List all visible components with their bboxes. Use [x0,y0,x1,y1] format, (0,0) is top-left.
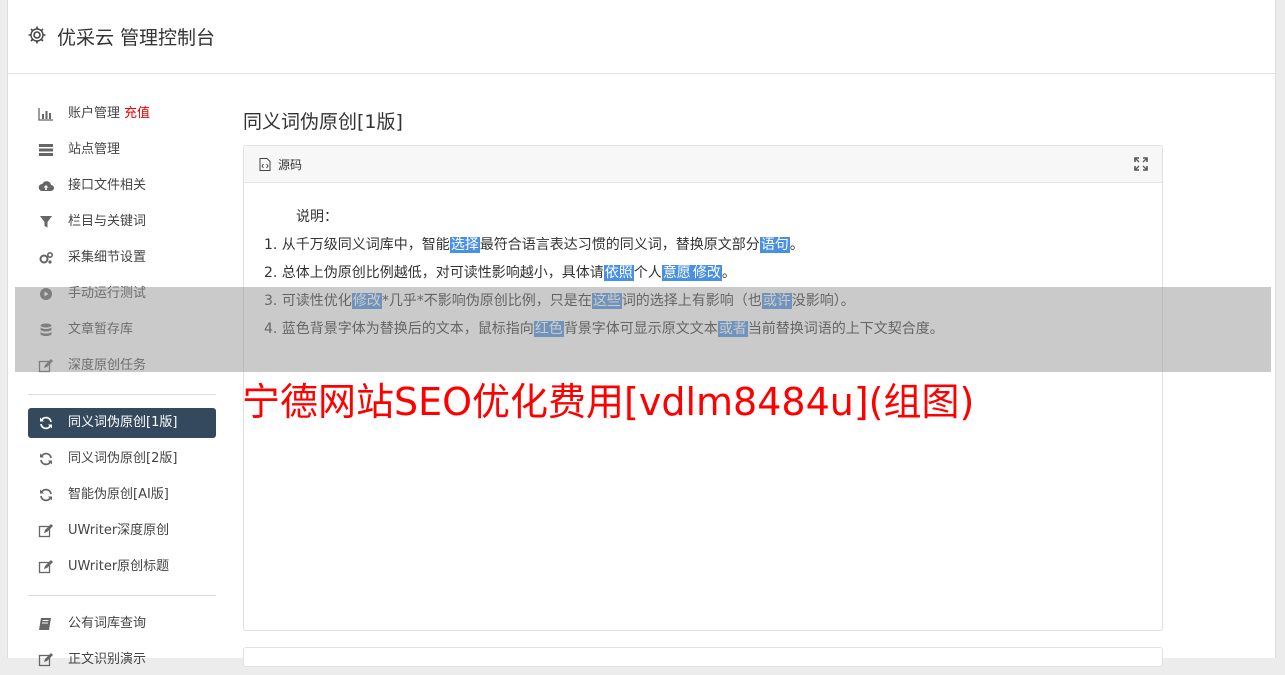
edit-icon [38,524,54,538]
text-segment: 。 [721,265,736,281]
sidebar-item-uwriter-deep[interactable]: UWriter深度原创 [28,516,216,546]
cloud-upload-icon [38,179,54,193]
bar-chart-icon [38,107,54,121]
sidebar-item-synonym-v2[interactable]: 同义词伪原创[2版] [28,444,216,474]
text-segment: 1. 从千万级同义词库中，智能 [264,237,450,253]
sidebar-item-smart-ai[interactable]: 智能伪原创[AI版] [28,480,216,510]
ad-overlay [15,287,1271,372]
instruction-line-1: 1. 从千万级同义词库中，智能选择最符合语言表达习惯的同义词，替换原文部分语句。 [264,234,804,254]
sidebar-item-uwriter-title[interactable]: UWriter原创标题 [28,552,216,582]
sidebar-item-label: 正文识别演示 [68,652,147,667]
sidebar-item-label: 接口文件相关 [68,178,147,193]
refresh-icon [38,452,54,466]
file-code-icon [259,158,271,171]
cogs-icon [38,251,54,265]
sidebar-item-label: UWriter原创标题 [68,559,170,574]
sidebar-item-account[interactable]: 账户管理 充值 [28,99,216,129]
app-title: 优采云 管理控制台 [57,27,216,49]
sidebar-divider [28,595,216,596]
gear-icon [28,26,46,44]
sidebar-item-label: 栏目与关键词 [68,214,147,229]
instruction-line-2: 2. 总体上伪原创比例越低，对可读性影响越小，具体请依照个人意愿 修改。 [264,262,736,282]
sidebar-item-label: 公有词库查询 [68,616,147,631]
sidebar-item-label: 同义词伪原创[1版] [68,415,178,430]
replaced-word[interactable]: 修改 [691,265,722,281]
sidebar-item-label: 同义词伪原创[2版] [68,451,178,466]
sidebar-item-public-lexicon[interactable]: 公有词库查询 [28,609,216,639]
filter-icon [38,215,54,229]
sidebar-item-text-recognition[interactable]: 正文识别演示 [28,645,216,675]
edit-icon [38,560,54,574]
page-title: 同义词伪原创[1版] [243,111,403,133]
intro-line: 说明： [296,209,338,225]
sidebar-divider [28,394,216,395]
text-segment: 最符合语言表达习惯的同义词，替换原文部分 [479,237,760,253]
book-icon [38,617,54,631]
secondary-panel [243,647,1163,667]
source-button[interactable]: 源码 [278,156,302,173]
refresh-icon [38,488,54,502]
server-icon [38,143,54,157]
sidebar-item-site[interactable]: 站点管理 [28,135,216,165]
text-segment: 个人 [633,265,662,281]
sidebar-item-label: UWriter深度原创 [68,523,170,538]
edit-icon [38,653,54,667]
text-segment: 。 [789,237,804,253]
panel-header: 源码 [244,146,1162,183]
sidebar-item-interface[interactable]: 接口文件相关 [28,171,216,201]
recharge-link[interactable]: 充值 [124,106,150,121]
sidebar-item-collect-settings[interactable]: 采集细节设置 [28,243,216,273]
replaced-word[interactable]: 依照 [603,265,634,281]
sidebar-item-synonym-v1[interactable]: 同义词伪原创[1版] [28,408,216,438]
sidebar-item-label: 站点管理 [68,142,121,157]
watermark-text: 宁德网站SEO优化费用[vdlm8484u](组图) [242,380,975,424]
top-bar: 优采云 管理控制台 [8,0,1275,74]
sidebar-item-columns[interactable]: 栏目与关键词 [28,207,216,237]
replaced-word[interactable]: 选择 [449,237,480,253]
replaced-word[interactable]: 意愿 [661,265,692,281]
replaced-word[interactable]: 语句 [759,237,790,253]
fullscreen-icon[interactable] [1134,157,1148,171]
refresh-icon [38,416,54,430]
text-segment: 2. 总体上伪原创比例越低，对可读性影响越小，具体请 [264,265,604,281]
sidebar-item-label: 采集细节设置 [68,250,147,265]
sidebar-item-label: 智能伪原创[AI版] [68,487,169,502]
sidebar-item-label: 账户管理 [68,106,121,121]
